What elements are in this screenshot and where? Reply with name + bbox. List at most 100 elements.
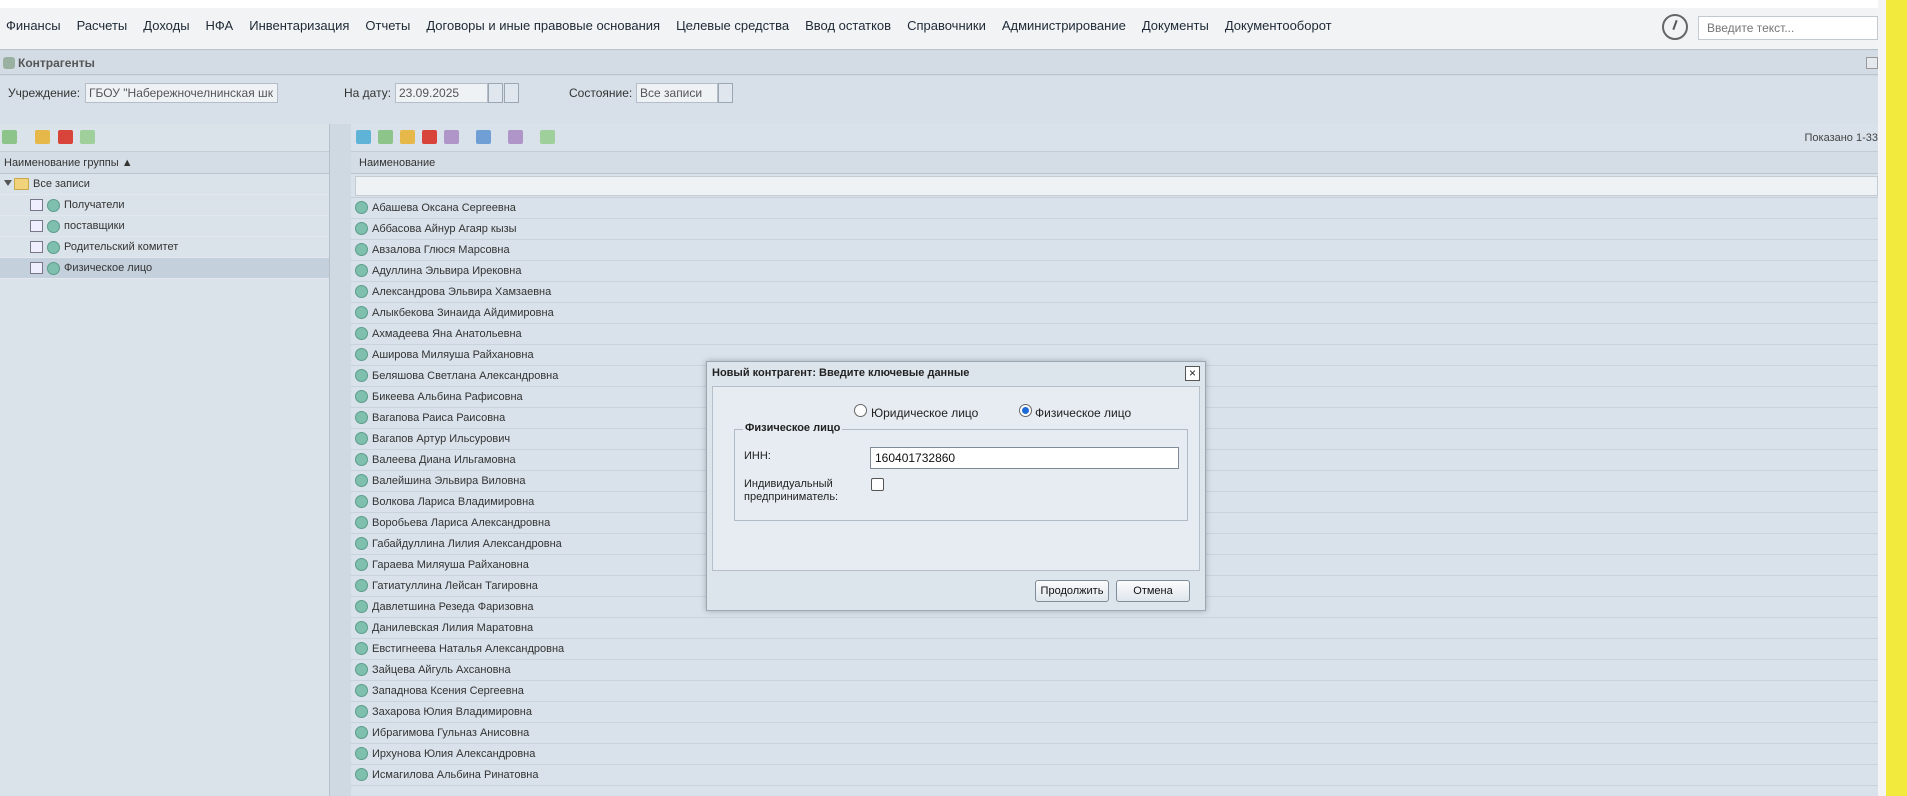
tree-item-label: Получатели — [64, 199, 125, 211]
menu-item-income[interactable]: Доходы — [137, 18, 199, 33]
status-icon — [355, 516, 368, 529]
date-field[interactable]: 23.09.2025 — [395, 83, 488, 103]
state-select[interactable]: Все записи — [636, 83, 718, 103]
status-icon — [355, 390, 368, 403]
grid-filter-input[interactable] — [355, 176, 1878, 196]
table-row[interactable]: Ибрагимова Гульназ Анисовна — [351, 723, 1878, 744]
contractors-icon — [3, 57, 15, 69]
menu-item-workflow[interactable]: Документооборот — [1219, 18, 1342, 33]
status-icon — [355, 453, 368, 466]
cancel-button[interactable]: Отмена — [1116, 580, 1190, 602]
radio-legal-entity-label[interactable]: Юридическое лицо — [871, 406, 978, 420]
menu-item-directories[interactable]: Справочники — [901, 18, 996, 33]
main-menu: Финансы Расчеты Доходы НФА Инвентаризаци… — [0, 18, 1342, 33]
download-icon[interactable] — [356, 130, 371, 144]
refresh-date-icon[interactable] — [504, 83, 519, 103]
actions-menu-icon[interactable] — [444, 130, 459, 144]
calendar-icon[interactable] — [488, 83, 503, 103]
tree-root[interactable]: Все записи — [0, 174, 329, 195]
table-row[interactable]: Ахмадеева Яна Анатольевна — [351, 324, 1878, 345]
status-icon — [47, 241, 60, 254]
row-name: Бикеева Альбина Рафисовна — [372, 391, 523, 403]
row-name: Габайдуллина Лилия Александровна — [372, 538, 562, 550]
status-icon — [355, 705, 368, 718]
menu-item-target-funds[interactable]: Целевые средства — [670, 18, 799, 33]
menu-item-documents[interactable]: Документы — [1136, 18, 1219, 33]
list-icon — [30, 220, 43, 232]
table-row[interactable]: Евстигнеева Наталья Александровна — [351, 639, 1878, 660]
status-icon — [355, 243, 368, 256]
expand-icon[interactable] — [4, 180, 12, 186]
table-row[interactable]: Алыкбекова Зинаида Айдимировна — [351, 303, 1878, 324]
radio-individual[interactable] — [1019, 404, 1032, 417]
menu-item-nfa[interactable]: НФА — [200, 18, 244, 33]
inn-input[interactable]: 160401732860 — [870, 447, 1179, 469]
delete-icon[interactable] — [58, 130, 73, 144]
groups-column-header[interactable]: Наименование группы ▲ — [0, 152, 329, 174]
edit-icon[interactable] — [400, 130, 415, 144]
table-row[interactable]: Александрова Эльвира Хамзаевна — [351, 282, 1878, 303]
table-row[interactable]: Исмагилова Альбина Ринатовна — [351, 765, 1878, 786]
tree-item[interactable]: поставщики — [0, 216, 329, 237]
row-name: Волкова Лариса Владимировна — [372, 496, 535, 508]
add-group-icon[interactable] — [2, 130, 17, 144]
more-menu-icon[interactable] — [508, 130, 523, 144]
row-name: Вагапов Артур Ильсурович — [372, 433, 511, 445]
status-icon — [355, 327, 368, 340]
paging-info: Показано 1-33 — [1804, 132, 1879, 144]
table-row[interactable]: Авзалова Глюся Марсовна — [351, 240, 1878, 261]
delete-icon[interactable] — [422, 130, 437, 144]
row-name: Адуллина Эльвира Ирековна — [372, 265, 522, 277]
table-row[interactable]: Зайцева Айгуль Ахсановна — [351, 660, 1878, 681]
row-name: Западнова Ксения Сергеевна — [372, 685, 524, 697]
menu-item-administration[interactable]: Администрирование — [996, 18, 1136, 33]
status-icon — [355, 348, 368, 361]
collapse-icon[interactable] — [1866, 57, 1878, 69]
tree-item[interactable]: Родительский комитет — [0, 237, 329, 258]
refresh-icon[interactable] — [80, 130, 95, 144]
table-row[interactable]: Захарова Юлия Владимировна — [351, 702, 1878, 723]
radio-legal-entity[interactable] — [854, 404, 867, 417]
table-row[interactable]: Аббасова Айнур Агаяр кызы — [351, 219, 1878, 240]
tree-item-selected[interactable]: Физическое лицо — [0, 258, 329, 279]
ip-checkbox[interactable] — [871, 478, 884, 491]
refresh-icon[interactable] — [540, 130, 555, 144]
chevron-down-icon[interactable] — [718, 83, 733, 103]
status-icon — [47, 220, 60, 233]
table-row[interactable]: Абашева Оксана Сергеевна — [351, 198, 1878, 219]
table-row[interactable]: Западнова Ксения Сергеевна — [351, 681, 1878, 702]
table-row[interactable]: Адуллина Эльвира Ирековна — [351, 261, 1878, 282]
continue-button[interactable]: Продолжить — [1035, 580, 1109, 602]
menu-item-reports[interactable]: Отчеты — [359, 18, 420, 33]
status-icon — [355, 537, 368, 550]
grid-column-header[interactable]: Наименование — [351, 152, 1878, 174]
menu-item-balances[interactable]: Ввод остатков — [799, 18, 901, 33]
radio-individual-label[interactable]: Физическое лицо — [1035, 406, 1131, 420]
edit-icon[interactable] — [35, 130, 50, 144]
panel-title: Контрагенты — [18, 56, 95, 70]
dialog-header: Новый контрагент: Введите ключевые данны… — [707, 362, 1205, 384]
row-name: Авзалова Глюся Марсовна — [372, 244, 510, 256]
tree-item-label: Родительский комитет — [64, 241, 179, 253]
institution-field[interactable]: ГБОУ "Набережночелнинская шк — [85, 83, 278, 103]
menu-item-inventory[interactable]: Инвентаризация — [243, 18, 359, 33]
list-icon — [30, 241, 43, 253]
menu-item-calculations[interactable]: Расчеты — [71, 18, 138, 33]
row-name: Захарова Юлия Владимировна — [372, 706, 532, 718]
menu-item-finance[interactable]: Финансы — [0, 18, 71, 33]
groups-toolbar — [0, 124, 329, 152]
add-icon[interactable] — [378, 130, 393, 144]
close-icon[interactable]: × — [1185, 366, 1200, 381]
filter-bar: Учреждение: ГБОУ "Набережночелнинская шк… — [0, 76, 1878, 124]
row-name: Евстигнеева Наталья Александровна — [372, 643, 565, 655]
clock-icon[interactable] — [1662, 14, 1688, 40]
table-row[interactable]: Данилевская Лилия Маратовна — [351, 618, 1878, 639]
table-row[interactable]: Ирхунова Юлия Александровна — [351, 744, 1878, 765]
menu-item-contracts[interactable]: Договоры и иные правовые основания — [420, 18, 670, 33]
print-menu-icon[interactable] — [476, 130, 491, 144]
tree-item[interactable]: Получатели — [0, 195, 329, 216]
search-input[interactable] — [1698, 16, 1878, 40]
row-name: Валеева Диана Ильгамовна — [372, 454, 516, 466]
tree-item-label: Физическое лицо — [64, 262, 153, 274]
row-name: Ибрагимова Гульназ Анисовна — [372, 727, 530, 739]
